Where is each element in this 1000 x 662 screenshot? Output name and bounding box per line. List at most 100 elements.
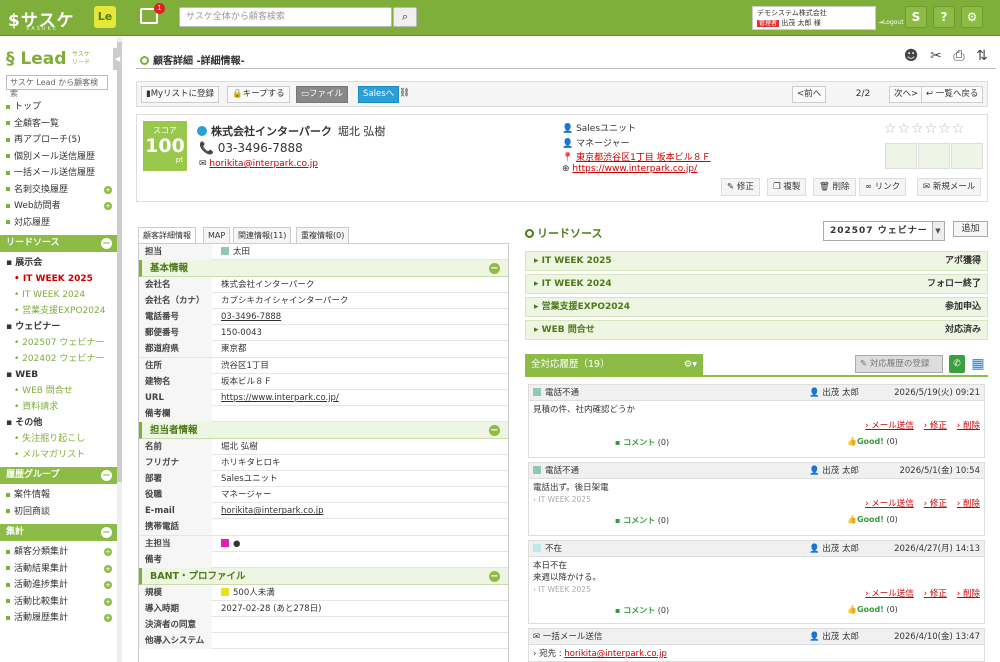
- sidebar-item-history[interactable]: 対応履歴: [0, 215, 117, 232]
- section-contact[interactable]: 担当者情報 −: [139, 421, 508, 439]
- sidebar-group[interactable]: ▪ その他: [0, 415, 117, 431]
- sidebar-collapse-button[interactable]: ◀: [113, 48, 122, 70]
- search-icon[interactable]: ⌕: [393, 7, 417, 27]
- sidebar-item-agg[interactable]: 活動結果集計 +: [0, 561, 117, 578]
- edit-link[interactable]: › 修正: [924, 589, 947, 599]
- address-link[interactable]: 📍 東京都渋谷区1丁目 坂本ビル８Ｆ: [562, 150, 711, 163]
- delete-link[interactable]: › 削除: [957, 499, 980, 509]
- mylist-button[interactable]: ▮Myリストに登録: [141, 86, 220, 103]
- sidebar-section-history-group[interactable]: 履歴グループ −: [0, 467, 117, 484]
- tab-detail[interactable]: 顧客詳細情報: [138, 227, 196, 244]
- sidebar-subitem[interactable]: • 202402 ウェビナー: [0, 351, 117, 367]
- score-badge: スコア 100 pt: [143, 121, 187, 171]
- tab-related[interactable]: 関連情報(11): [233, 227, 292, 244]
- new-mail-button[interactable]: ✉ 新規メール: [917, 178, 982, 196]
- section-bant[interactable]: BANT・プロファイル −: [139, 567, 508, 585]
- sales-button[interactable]: Salesへ: [358, 86, 400, 103]
- sidebar-scrollbar[interactable]: [117, 37, 122, 662]
- sidebar-item-agg[interactable]: 顧客分類集計 +: [0, 544, 117, 561]
- sidebar-item-top[interactable]: トップ: [0, 99, 117, 116]
- delete-link[interactable]: › 削除: [957, 589, 980, 599]
- lead-source-item[interactable]: ▸ IT WEEK 2024 フォロー終了: [525, 274, 988, 294]
- comment-link[interactable]: ▪ コメント (0): [615, 515, 669, 526]
- lead-source-item[interactable]: ▸ IT WEEK 2025 アポ獲得: [525, 251, 988, 271]
- lead-logo[interactable]: § Lead: [6, 49, 66, 69]
- history-tab[interactable]: 全対応履歴（19） ⚙▾: [525, 354, 703, 376]
- rating-stars[interactable]: ☆☆☆☆☆☆: [884, 121, 965, 137]
- edit-link[interactable]: › 修正: [924, 421, 947, 431]
- send-mail-link[interactable]: › メール送信: [865, 499, 914, 509]
- phone-icon[interactable]: ✆: [949, 355, 965, 373]
- gear-icon[interactable]: ⚙: [961, 6, 983, 28]
- lead-source-select[interactable]: 202507 ウェビナー ▼: [823, 221, 945, 241]
- sidebar-item-first-meeting[interactable]: 初回商談: [0, 504, 117, 521]
- sidebar-item-card-exchange[interactable]: 名刺交換履歴 +: [0, 182, 117, 199]
- face-icon[interactable]: ☻: [902, 47, 920, 65]
- sidebar-item-web-visitors[interactable]: Web訪問者 +: [0, 198, 117, 215]
- sidebar-subitem[interactable]: • 失注掘り起こし: [0, 431, 117, 447]
- file-button[interactable]: ▭ファイル: [296, 86, 349, 103]
- sidebar-item-agg[interactable]: 活動比較集計 +: [0, 594, 117, 611]
- lead-source-item[interactable]: ▸ 営業支援EXPO2024 参加申込: [525, 297, 988, 317]
- sidebar-subitem[interactable]: • メルマガリスト: [0, 447, 117, 463]
- next-button[interactable]: 次へ>: [889, 86, 924, 103]
- tab-map[interactable]: MAP: [203, 227, 231, 244]
- lead-search-input[interactable]: サスケ Lead から顧客検索: [6, 75, 108, 98]
- comment-link[interactable]: ▪ コメント (0): [615, 605, 669, 616]
- link-button[interactable]: ∞ リンク: [859, 178, 907, 196]
- add-icon: +: [104, 614, 112, 622]
- sidebar-item-agg[interactable]: 活動履歴集計 +: [0, 610, 117, 627]
- edit-link[interactable]: › 修正: [924, 499, 947, 509]
- good-button[interactable]: 👍Good! (0): [847, 605, 898, 614]
- sidebar-item-individual-mail[interactable]: 個別メール送信履歴: [0, 149, 117, 166]
- sidebar-subitem[interactable]: • 資料請求: [0, 399, 117, 415]
- unlink-icon[interactable]: ⛓: [395, 86, 414, 103]
- sidebar-item-all-customers[interactable]: 全顧客一覧: [0, 116, 117, 133]
- sidebar-item-bulk-mail[interactable]: 一括メール送信履歴: [0, 165, 117, 182]
- email-link[interactable]: ✉ horikita@interpark.co.jp: [199, 159, 318, 169]
- copy-button[interactable]: ❐ 複製: [767, 178, 807, 196]
- section-basic[interactable]: 基本情報 −: [139, 260, 508, 278]
- register-history-button[interactable]: ✎ 対応履歴の登録: [855, 355, 943, 373]
- delete-button[interactable]: 🗑 削除: [813, 178, 856, 196]
- sidebar-subitem[interactable]: • 営業支援EXPO2024: [0, 303, 117, 319]
- sidebar-group[interactable]: ▪ 展示会: [0, 255, 117, 271]
- keep-button[interactable]: 🔒キープする: [227, 86, 290, 103]
- app-badge[interactable]: Le: [94, 6, 116, 28]
- sidebar-subitem[interactable]: • WEB 問合せ: [0, 383, 117, 399]
- good-button[interactable]: 👍Good! (0): [847, 515, 898, 524]
- prev-button[interactable]: <前へ: [792, 86, 827, 103]
- sidebar-section-aggregate[interactable]: 集計 −: [0, 524, 117, 541]
- sidebar-subitem[interactable]: • IT WEEK 2024: [0, 287, 117, 303]
- sidebar-subitem[interactable]: • 202507 ウェビナー: [0, 335, 117, 351]
- sasuke-icon[interactable]: S: [905, 6, 927, 28]
- logout-button[interactable]: ⇥Logout: [878, 6, 904, 30]
- comment-link[interactable]: ▪ コメント (0): [615, 437, 669, 448]
- card-thumbnails[interactable]: [885, 143, 985, 169]
- add-icon: +: [104, 597, 112, 606]
- url-link[interactable]: ⊕ https://www.interpark.co.jp/: [562, 164, 697, 174]
- print-icon[interactable]: ⎙: [950, 47, 968, 65]
- edit-button[interactable]: ✎ 修正: [721, 178, 760, 196]
- lead-source-item[interactable]: ▸ WEB 問合せ 対応済み: [525, 320, 988, 340]
- tools-icon[interactable]: ✂: [927, 47, 945, 65]
- global-search-input[interactable]: サスケ全体から顧客検索: [179, 7, 392, 27]
- sidebar-item-agg[interactable]: 活動進捗集計 +: [0, 577, 117, 594]
- calendar-icon[interactable]: ▦: [969, 355, 987, 373]
- send-mail-link[interactable]: › メール送信: [865, 421, 914, 431]
- sidebar-section-lead-source[interactable]: リードソース −: [0, 235, 117, 252]
- back-to-list-button[interactable]: ↩ 一覧へ戻る: [921, 86, 984, 103]
- help-icon[interactable]: ?: [933, 6, 955, 28]
- recipient-link[interactable]: horikita@interpark.co.jp: [564, 649, 666, 659]
- sidebar-group[interactable]: ▪ WEB: [0, 367, 117, 383]
- sidebar-subitem[interactable]: • IT WEEK 2025: [0, 271, 117, 287]
- sidebar-item-deals[interactable]: 案件情報: [0, 487, 117, 504]
- tab-duplicate[interactable]: 重複情報(0): [296, 227, 350, 244]
- add-lead-source-button[interactable]: 追加: [953, 221, 988, 237]
- sidebar-group[interactable]: ▪ ウェビナー: [0, 319, 117, 335]
- good-button[interactable]: 👍Good! (0): [847, 437, 898, 446]
- send-mail-link[interactable]: › メール送信: [865, 589, 914, 599]
- refresh-icon[interactable]: ⇅: [973, 47, 991, 65]
- sidebar-item-reapproach[interactable]: 再アプローチ(5): [0, 132, 117, 149]
- delete-link[interactable]: › 削除: [957, 421, 980, 431]
